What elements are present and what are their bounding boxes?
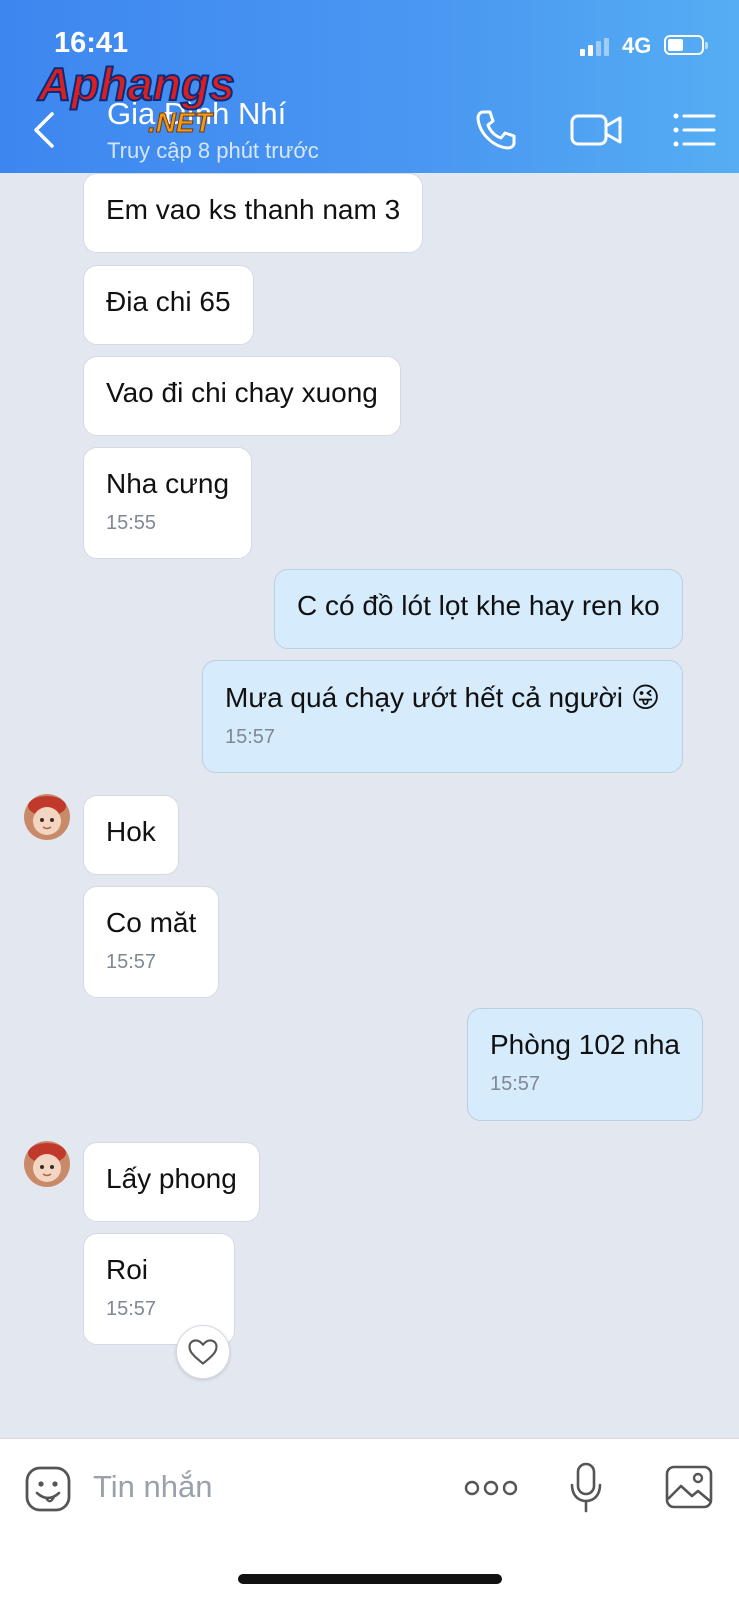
message-text: Nha cưng (106, 468, 230, 499)
message-text: Lấy phong (106, 1163, 237, 1194)
message-time: 15:57 (490, 1073, 541, 1095)
message-input[interactable]: Tin nhắn (93, 1469, 213, 1505)
message-time: 15:57 (106, 1298, 157, 1320)
message-bubble-incoming[interactable]: Lấy phong (83, 1142, 260, 1222)
microphone-icon[interactable] (568, 1461, 604, 1515)
battery-icon (664, 35, 708, 55)
message-text: Hok (106, 816, 156, 847)
message-bubble-incoming[interactable]: Vao đi chi chay xuong (83, 356, 401, 436)
signal-icon (580, 38, 609, 56)
message-text: C có đồ lót lọt khe hay ren ko (297, 590, 660, 621)
video-call-icon[interactable] (570, 106, 624, 154)
message-text: Mưa quá chạy ướt hết cả người (225, 682, 624, 713)
watermark-text-bottom: .NET (148, 107, 215, 138)
contact-avatar[interactable] (24, 794, 70, 840)
message-text: Vao đi chi chay xuong (106, 377, 378, 408)
more-options-icon[interactable] (464, 1477, 518, 1499)
message-emoji: 😜 (630, 682, 661, 713)
last-seen-status: Truy cập 8 phút trước (107, 138, 319, 163)
image-icon[interactable] (664, 1463, 714, 1511)
message-bubble-outgoing[interactable]: Phòng 102 nha 15:57 (467, 1008, 703, 1121)
message-bubble-incoming[interactable]: Nha cưng 15:55 (83, 447, 253, 559)
react-button[interactable] (176, 1325, 230, 1379)
message-bubble-outgoing[interactable]: C có đồ lót lọt khe hay ren ko (274, 569, 683, 649)
message-text: Em vao ks thanh nam 3 (106, 194, 401, 225)
home-indicator[interactable] (238, 1574, 502, 1584)
message-text: Phòng 102 nha (490, 1029, 680, 1060)
message-time: 15:57 (106, 951, 157, 973)
chat-header: 16:41 4G Gia Đình Nhí Truy cập 8 phút tr… (0, 0, 739, 173)
message-bubble-outgoing[interactable]: Mưa quá chạy ướt hết cả người 😜 15:57 (202, 660, 684, 773)
message-text: Đia chi 65 (106, 286, 231, 317)
heart-icon (188, 1339, 218, 1365)
menu-list-icon[interactable] (672, 106, 716, 154)
message-time: 15:55 (106, 512, 157, 534)
message-bubble-incoming[interactable]: Đia chi 65 (83, 265, 254, 345)
message-bubble-incoming[interactable]: Co măt 15:57 (83, 886, 220, 998)
message-text: Co măt (106, 907, 197, 938)
network-type: 4G (622, 33, 652, 58)
watermark-logo: Aphangs .NET (36, 58, 236, 138)
message-bubble-incoming[interactable]: Em vao ks thanh nam 3 (83, 173, 424, 253)
watermark-text-top: Aphangs (37, 58, 235, 110)
status-time: 16:41 (54, 27, 129, 59)
phone-icon[interactable] (472, 106, 520, 154)
contact-avatar[interactable] (24, 1141, 70, 1187)
message-bubble-incoming[interactable]: Hok (83, 795, 179, 875)
sticker-icon[interactable] (24, 1465, 72, 1513)
message-text: Roi (106, 1254, 149, 1285)
message-time: 15:57 (225, 726, 276, 748)
